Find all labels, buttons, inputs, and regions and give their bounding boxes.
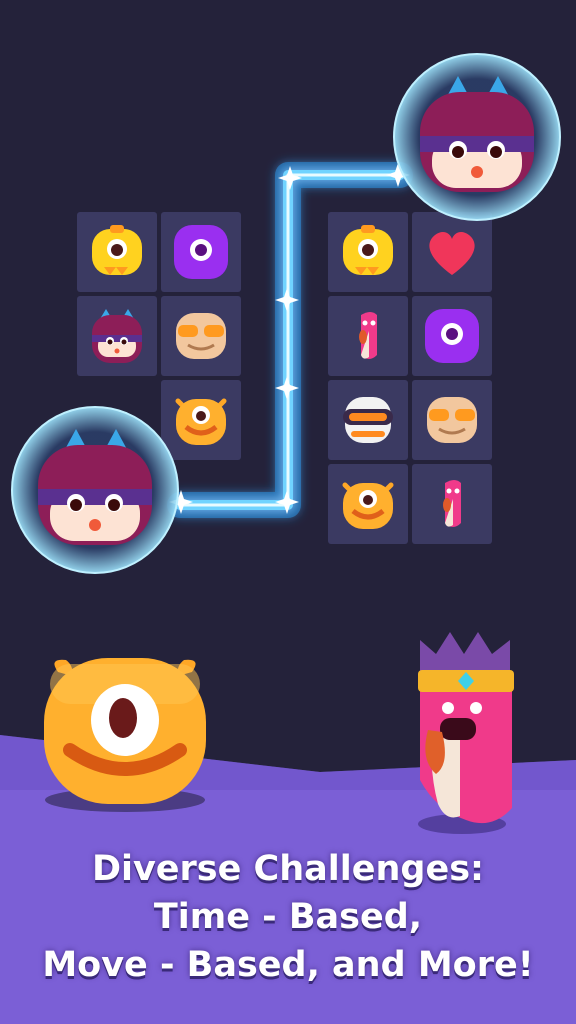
tile-astronaut[interactable] xyxy=(328,380,408,460)
selected-bubble-top[interactable] xyxy=(392,52,562,222)
tile-orange-cyclops[interactable] xyxy=(328,464,408,544)
tile-pink-worm[interactable] xyxy=(328,296,408,376)
ninja-girl-icon xyxy=(92,309,142,363)
tile-purple-blob[interactable] xyxy=(412,296,492,376)
yellow-cyclops-icon xyxy=(92,225,142,275)
game-scene: Diverse Challenges: Time - Based, Move -… xyxy=(0,0,576,1024)
floor-edge xyxy=(0,735,576,790)
glasses-grandpa-icon xyxy=(427,397,477,443)
pink-worm-icon xyxy=(443,480,461,527)
tile-glasses-grandpa[interactable] xyxy=(161,296,241,376)
tile-ninja-girl[interactable] xyxy=(77,296,157,376)
sparkle-icon xyxy=(275,490,299,514)
sparkle-icon xyxy=(275,288,299,312)
promo-caption: Diverse Challenges: Time - Based, Move -… xyxy=(0,845,576,989)
tile-heart[interactable] xyxy=(412,212,492,292)
king-worm-icon xyxy=(418,632,514,834)
tile-yellow-cyclops[interactable] xyxy=(328,212,408,292)
tile-pink-worm[interactable] xyxy=(412,464,492,544)
orange-cyclops-large-icon xyxy=(44,658,206,812)
tile-yellow-cyclops[interactable] xyxy=(77,212,157,292)
ninja-girl-icon xyxy=(11,406,179,574)
tile-purple-blob[interactable] xyxy=(161,212,241,292)
astronaut-icon xyxy=(343,397,393,443)
right-board xyxy=(328,212,492,544)
sparkle-icon xyxy=(275,376,299,400)
heart-icon xyxy=(429,232,475,275)
purple-blob-icon xyxy=(174,225,228,279)
glasses-grandpa-icon xyxy=(176,313,226,359)
caption-line-3: Move - Based, and More! xyxy=(42,945,534,985)
caption-line-2: Time - Based, xyxy=(153,897,423,937)
purple-blob-icon xyxy=(425,309,479,363)
caption-line-1: Diverse Challenges: xyxy=(91,849,485,889)
ninja-girl-icon xyxy=(393,53,561,221)
selected-bubble-left[interactable] xyxy=(10,405,180,575)
tile-glasses-grandpa[interactable] xyxy=(412,380,492,460)
orange-cyclops-icon xyxy=(342,482,394,529)
yellow-cyclops-icon xyxy=(343,225,393,275)
pink-worm-icon xyxy=(359,312,377,359)
sparkle-icon xyxy=(278,166,302,190)
